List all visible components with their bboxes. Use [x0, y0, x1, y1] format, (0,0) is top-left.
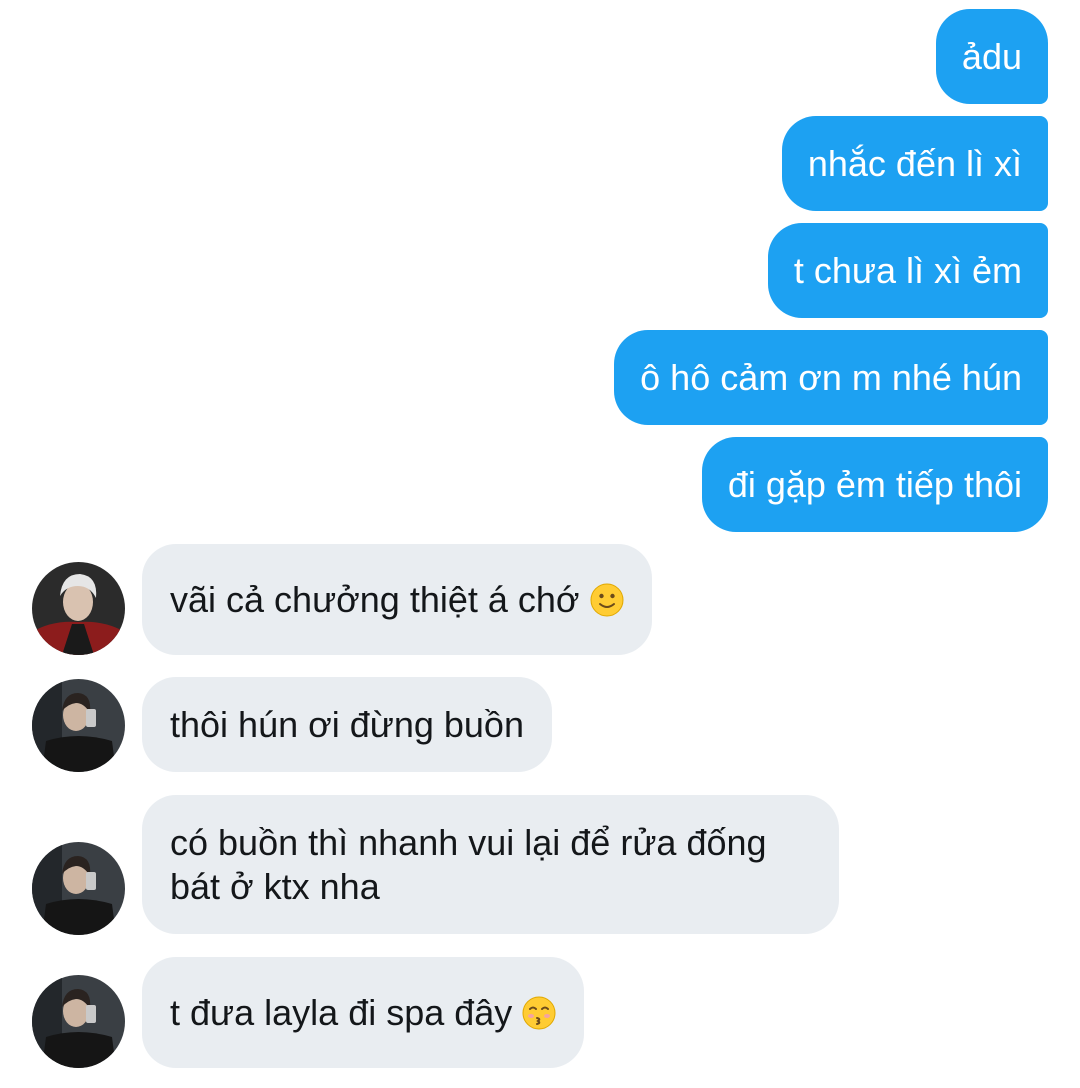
message-text: t đưa layla đi spa đây: [170, 991, 513, 1033]
message-text: nhắc đến lì xì: [807, 142, 1022, 184]
avatar[interactable]: [32, 562, 125, 655]
incoming-message[interactable]: vãi cả chưởng thiệt á chớ: [142, 544, 652, 655]
slightly-smiling-face-icon: [590, 583, 624, 617]
outgoing-message[interactable]: nhắc đến lì xì: [781, 116, 1048, 211]
incoming-message[interactable]: t đưa layla đi spa đây: [142, 957, 585, 1068]
outgoing-message[interactable]: ô hô cảm ơn m nhé hún: [614, 330, 1048, 425]
kissing-face-icon: [522, 996, 556, 1030]
message-text: ô hô cảm ơn m nhé hún: [640, 356, 1022, 398]
incoming-message[interactable]: có buồn thì nhanh vui lại để rửa đống bá…: [142, 795, 839, 934]
avatar[interactable]: [32, 679, 125, 772]
message-text: thôi hún ơi đừng buồn: [170, 703, 524, 745]
outgoing-message[interactable]: ảdu: [935, 9, 1048, 104]
avatar[interactable]: [32, 975, 125, 1068]
avatar[interactable]: [32, 842, 125, 935]
message-text: đi gặp ẻm tiếp thôi: [727, 463, 1022, 505]
message-text: t chưa lì xì ẻm: [793, 249, 1022, 291]
message-text: ảdu: [961, 35, 1022, 77]
message-text: có buồn thì nhanh vui lại để rửa đống bá…: [170, 821, 767, 907]
message-text: vãi cả chưởng thiệt á chớ: [170, 578, 580, 620]
outgoing-message[interactable]: đi gặp ẻm tiếp thôi: [701, 437, 1048, 532]
incoming-message[interactable]: thôi hún ơi đừng buồn: [142, 677, 552, 772]
outgoing-message[interactable]: t chưa lì xì ẻm: [767, 223, 1048, 318]
